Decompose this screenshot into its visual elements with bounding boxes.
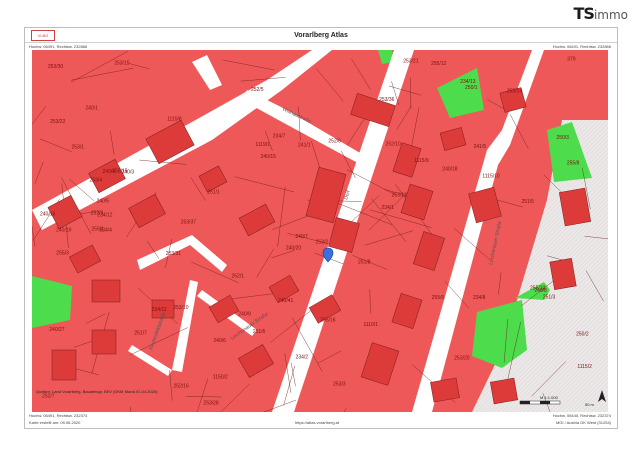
parcel-number: 255/15 [112, 168, 128, 174]
parcel-number: 240/20 [286, 246, 302, 252]
building [91, 329, 117, 355]
bottom-right-coord: Hochw. 06440, Rechtsw. 232374 [552, 413, 611, 418]
parcel-number: 234/11 [152, 307, 167, 313]
parcel-number: 255/1 [91, 227, 104, 233]
parcel-number: 251/8 [358, 260, 371, 266]
map-sheet: VLBG Vorarlberg Atlas Hochw. 06491, Rech… [24, 27, 618, 429]
building [549, 258, 577, 290]
parcel-number: 253/11 [392, 193, 407, 199]
parcel-number: 255/16 [320, 318, 336, 324]
parcel-number: 253/30 [48, 64, 64, 70]
building [558, 187, 592, 227]
parcel-number: 240/15 [261, 154, 277, 160]
parcel-number: 252/4 [91, 210, 104, 216]
parcel-number: 250/2 [576, 332, 589, 338]
parcel-number: 240/19 [56, 227, 72, 233]
vorarlberg-logo: VLBG [31, 30, 55, 41]
parcel-number: 255/12 [431, 61, 447, 67]
parcel-number: 253/36 [379, 97, 395, 103]
sheet-title-bar: VLBG Vorarlberg Atlas [25, 28, 617, 43]
parcel-number: 253/1 [72, 145, 85, 151]
parcel-number: 251/5 [521, 199, 534, 205]
parcel-number: 252/1 [232, 274, 245, 280]
parcel-number: 255/10 [530, 286, 546, 292]
scale-length: 50 m [585, 402, 595, 407]
sheet-title: Vorarlberg Atlas [294, 31, 348, 39]
bottom-left-coord: Hochw. 06491, Rechtsw. 232374 [29, 413, 88, 418]
parcel-number: 251/1 [207, 189, 220, 195]
parcel-number: 253/4 [90, 178, 103, 184]
parcel-number: 251/6 [253, 329, 266, 335]
crs-label: MGI / Austria GK West (31254) [555, 420, 611, 425]
parcel-number: 240/7 [295, 234, 308, 240]
parcel-number: 253/14 [507, 88, 523, 94]
parcel-number: 253/15 [114, 60, 130, 66]
parcel-number: 251/7 [134, 331, 147, 337]
parcel-number: 240/9 [238, 311, 251, 317]
top-right-coord: Hochw. 06491, Rechtsw. 232866 [552, 44, 611, 49]
parcel-number: 241/1 [298, 143, 311, 149]
atlas-url[interactable]: https://atlas.vorarlberg.at [295, 420, 339, 425]
parcel-number: 252/5 [251, 87, 264, 93]
parcel-number: 234/1 [381, 205, 394, 211]
parcel-number: 234/2 [296, 355, 309, 361]
parcel-number: 240/6 [213, 338, 226, 344]
parcel-number: 255/3 [56, 250, 69, 256]
parcel-number: 253/31 [166, 251, 182, 257]
parcel-number: 1119/1 [255, 142, 270, 148]
map-canvas[interactable]: 253/1253/2253/3253/4240/1240/3240/4240/5… [32, 50, 608, 412]
parcel-number: 250/1 [465, 85, 478, 91]
tsimmo-logo: TSimmo [573, 4, 629, 23]
parcel-number: 240/41 [278, 298, 294, 304]
parcel-number: 252/10 [386, 142, 402, 148]
scale-label: M 1:1.000 [540, 395, 559, 400]
building [430, 377, 460, 403]
parcel-number: 1150/2 [213, 374, 228, 380]
parcel-number: 253/2 [316, 240, 329, 246]
parcel-number: 240/5 [97, 198, 110, 204]
parcel-number: 252/6 [328, 138, 341, 144]
parcel-number: 1115/2 [577, 364, 592, 370]
parcel-number: 250/3 [556, 135, 569, 141]
parcel-number: 379 [567, 57, 576, 63]
parcel-number: 255/8 [567, 161, 580, 167]
top-coords: Hochw. 06491, Rechtsw. 232866 Hochw. 064… [25, 43, 617, 50]
parcel-number: 240/18 [442, 166, 458, 172]
created-date: Karte erstellt am: 09.06.2020 [29, 420, 81, 425]
parcel-number: 253/20 [454, 356, 470, 362]
parcel-number: 240/1 [85, 106, 98, 112]
parcel-number: 240/16 [40, 211, 56, 217]
parcel-number: 253/3 [333, 381, 346, 387]
building [489, 377, 519, 405]
parcel-number: 253/22 [50, 119, 66, 125]
cadastral-map[interactable]: 253/1 253/2 253/3 253/4 240/1 240/3 240/4 240/5… [32, 50, 608, 412]
top-left-coord: Hochw. 06491, Rechtsw. 232866 [29, 44, 88, 49]
parcel-number: 252/16 [173, 383, 189, 389]
parcel-number: 1110/1 [363, 322, 378, 328]
parcel-number: 252/7 [42, 394, 55, 400]
parcel-number: 240/27 [49, 327, 65, 333]
parcel-number: 255/6 [432, 295, 445, 301]
parcel-number: 253/28 [203, 401, 219, 407]
parcel-number: 251/3 [543, 294, 556, 300]
sheet-footer: Hochw. 06491, Rechtsw. 232374 Hochw. 064… [25, 412, 617, 428]
parcel-number: 1115/10 [482, 174, 500, 180]
parcel-number: 234/8 [473, 295, 486, 301]
building [51, 349, 77, 381]
parcel-number: 253/37 [181, 220, 197, 226]
parcel-number: 253/10 [173, 305, 189, 311]
parcel-number: 1115/8 [167, 117, 182, 123]
parcel-number: 253/21 [403, 59, 419, 65]
building [91, 279, 121, 303]
parcel-number: 241/5 [474, 144, 487, 150]
parcel-number: 1115/9 [414, 158, 429, 164]
source-text: Quellen: Land Vorarlberg, Bauamtsgr. BEV… [36, 389, 158, 394]
parcel-number: 234/7 [273, 134, 286, 140]
